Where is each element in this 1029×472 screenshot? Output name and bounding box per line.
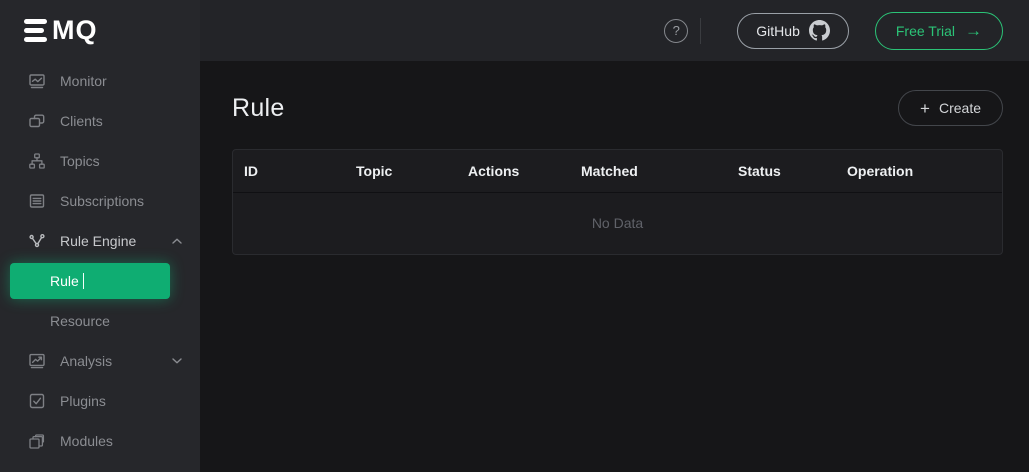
column-header-status: Status <box>727 150 836 192</box>
create-button-label: Create <box>939 100 981 116</box>
chevron-down-icon <box>172 358 182 364</box>
clients-icon <box>28 112 46 130</box>
sidebar-item-label: Topics <box>60 153 100 169</box>
topbar-divider <box>700 18 701 44</box>
emq-logo: MQ <box>0 0 200 61</box>
rule-engine-icon <box>28 232 46 250</box>
sidebar: MQ Monitor Clients Topics <box>0 0 200 472</box>
content-area: Rule + Create ID Topic A <box>200 61 1029 472</box>
github-button-label: GitHub <box>756 23 800 39</box>
emq-logo-e-bars-icon <box>24 19 47 42</box>
table-header-row: ID Topic Actions Matched Status Operatio… <box>233 150 1002 192</box>
page-title: Rule <box>232 94 285 123</box>
sidebar-item-clients[interactable]: Clients <box>0 101 200 141</box>
free-trial-button[interactable]: Free Trial → <box>875 12 1003 50</box>
sidebar-menu: Monitor Clients Topics Subscriptions <box>0 61 200 461</box>
sidebar-item-label: Monitor <box>60 73 107 89</box>
chevron-up-icon <box>172 238 182 244</box>
sidebar-item-monitor[interactable]: Monitor <box>0 61 200 101</box>
arrow-right-icon: → <box>965 22 982 39</box>
sidebar-item-label: Modules <box>60 433 113 449</box>
sidebar-item-modules[interactable]: Modules <box>0 421 200 461</box>
main-panel: ? GitHub Free Trial → Rule + Create <box>200 0 1029 472</box>
sidebar-item-plugins[interactable]: Plugins <box>0 381 200 421</box>
sidebar-subitem-resource[interactable]: Resource <box>0 301 200 341</box>
topbar: ? GitHub Free Trial → <box>200 0 1029 61</box>
sidebar-item-label: Plugins <box>60 393 106 409</box>
no-data-label: No Data <box>233 192 1002 254</box>
sidebar-item-label: Analysis <box>60 353 112 369</box>
sidebar-item-label: Subscriptions <box>60 193 144 209</box>
sidebar-item-topics[interactable]: Topics <box>0 141 200 181</box>
sidebar-subitem-label: Rule <box>50 273 79 289</box>
monitor-icon <box>28 72 46 90</box>
column-header-actions: Actions <box>457 150 570 192</box>
free-trial-label: Free Trial <box>896 23 955 39</box>
plus-icon: + <box>920 100 930 117</box>
column-header-topic: Topic <box>345 150 457 192</box>
sidebar-item-subscriptions[interactable]: Subscriptions <box>0 181 200 221</box>
topics-icon <box>28 152 46 170</box>
rules-table: ID Topic Actions Matched Status Operatio… <box>232 149 1003 255</box>
column-header-id: ID <box>233 150 345 192</box>
plugins-icon <box>28 392 46 410</box>
page-header: Rule + Create <box>232 90 1003 126</box>
sidebar-item-label: Clients <box>60 113 103 129</box>
github-button[interactable]: GitHub <box>737 13 849 49</box>
github-icon <box>809 20 830 41</box>
modules-icon <box>28 432 46 450</box>
sidebar-item-label: Rule Engine <box>60 233 136 249</box>
empty-state-row: No Data <box>233 192 1002 254</box>
create-button[interactable]: + Create <box>898 90 1003 126</box>
sidebar-subitem-rule[interactable]: Rule <box>10 263 170 299</box>
analysis-icon <box>28 352 46 370</box>
column-header-matched: Matched <box>570 150 727 192</box>
emq-logo-wordmark: MQ <box>52 17 98 44</box>
help-icon[interactable]: ? <box>664 19 688 43</box>
sidebar-item-rule-engine[interactable]: Rule Engine <box>0 221 200 261</box>
emqx-dashboard: MQ Monitor Clients Topics <box>0 0 1029 472</box>
sidebar-subitem-label: Resource <box>50 313 110 329</box>
column-header-operation: Operation <box>836 150 1002 192</box>
subscriptions-icon <box>28 192 46 210</box>
text-caret <box>83 273 85 289</box>
sidebar-item-analysis[interactable]: Analysis <box>0 341 200 381</box>
